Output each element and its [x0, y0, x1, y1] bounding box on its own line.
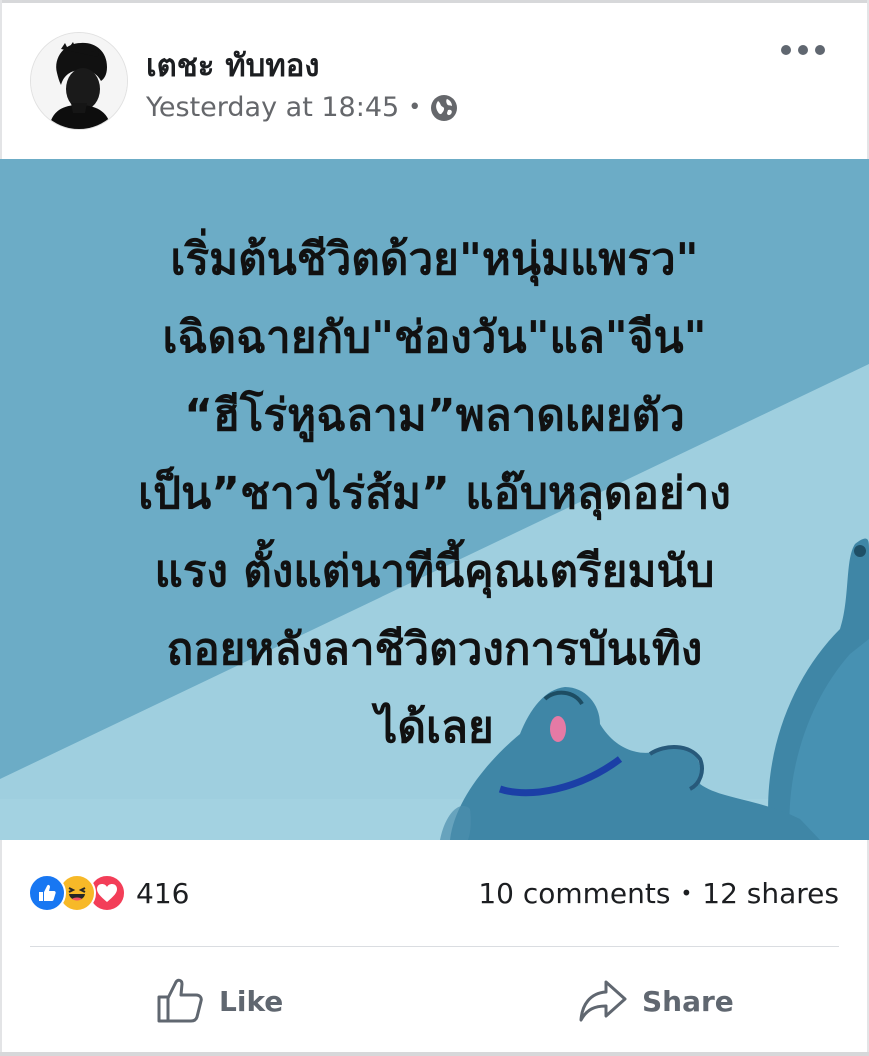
image-text-line: เริ่มต้นชีวิตด้วย"หนุ่มแพรว" — [170, 234, 699, 285]
share-label: Share — [642, 984, 734, 1018]
shares-count[interactable]: 12 shares — [702, 877, 839, 910]
bottom-border — [0, 1052, 869, 1056]
dot-icon — [798, 45, 808, 55]
dot-icon — [781, 45, 791, 55]
post-timestamp[interactable]: Yesterday at 18:45 — [146, 92, 399, 123]
image-text-line: “ฮีโร่หูฉลาม”พลาดเผยตัว — [184, 390, 685, 441]
comments-count[interactable]: 10 comments — [478, 877, 670, 910]
image-text-line: แรง ตั้งแต่นาทีนี้คุณเตรียมนับ — [154, 546, 715, 597]
share-button[interactable]: Share — [578, 972, 734, 1030]
image-text-line: ถอยหลังลาชีวิตวงการบันเทิง — [166, 624, 703, 675]
avatar[interactable] — [30, 32, 128, 130]
image-text-line: ได้เลย — [375, 702, 494, 753]
top-border — [0, 0, 869, 3]
post-meta: Yesterday at 18:45 • — [146, 92, 458, 123]
reaction-count: 416 — [136, 876, 190, 910]
like-label: Like — [219, 984, 284, 1018]
like-reaction-icon — [28, 874, 66, 912]
post-image-text: เริ่มต้นชีวิตด้วย"หนุ่มแพรว" เฉิดฉายกับ"… — [20, 221, 849, 767]
author-name[interactable]: เตชะ ทับทอง — [146, 40, 320, 90]
image-text-line: เป็น”ชาวไร่ส้ม” แอ๊บหลุดอย่าง — [138, 468, 731, 519]
avatar-image — [31, 33, 127, 129]
counts-separator: • — [680, 881, 693, 905]
more-options-icon[interactable] — [781, 40, 825, 60]
reactions-summary[interactable]: 416 — [28, 873, 189, 913]
meta-separator: • — [408, 95, 422, 120]
thumbs-up-icon — [157, 978, 203, 1023]
image-text-line: เฉิดฉายกับ"ช่องวัน"แล"จีน" — [162, 312, 707, 363]
dot-icon — [815, 45, 825, 55]
globe-icon[interactable] — [430, 94, 458, 122]
engagement-counts: 10 comments • 12 shares — [478, 873, 839, 913]
share-arrow-icon — [579, 980, 627, 1022]
actions-divider — [30, 946, 839, 947]
like-button[interactable]: Like — [155, 972, 283, 1030]
post-image[interactable]: เริ่มต้นชีวิตด้วย"หนุ่มแพรว" เฉิดฉายกับ"… — [0, 159, 869, 840]
